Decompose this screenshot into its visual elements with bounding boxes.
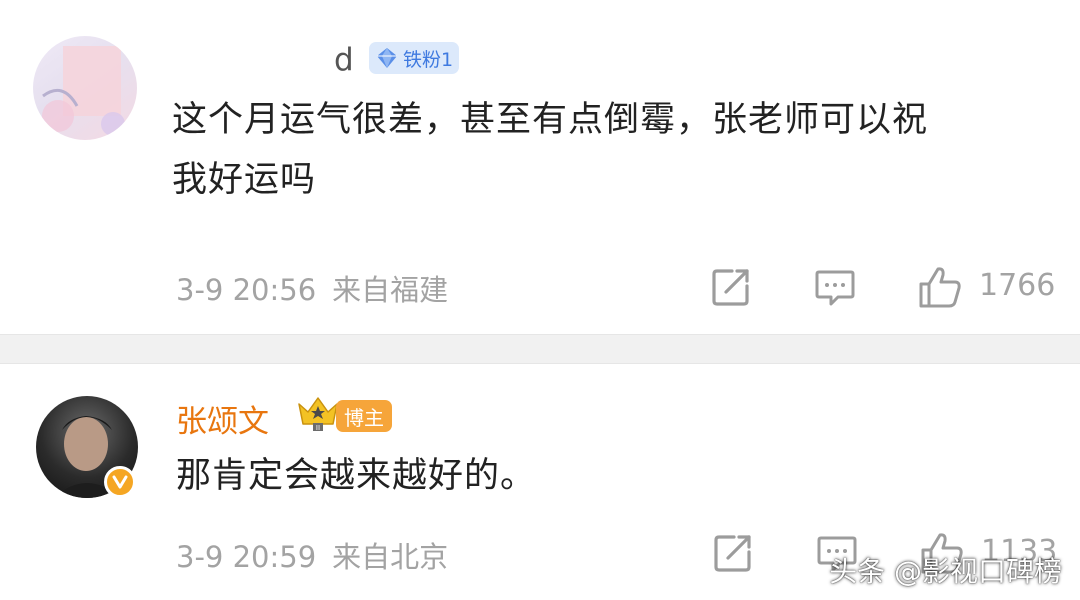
comment-meta: 3-9 20:56 来自福建: [176, 267, 448, 309]
comment-text: 这个月运气很差，甚至有点倒霉，张老师可以祝 我好运吗: [172, 90, 928, 210]
location: 来自福建: [332, 273, 449, 307]
location: 来自北京: [332, 540, 449, 574]
like-button[interactable]: [917, 264, 963, 310]
comment-text-line: 我好运吗: [172, 160, 317, 200]
comment-divider: [0, 334, 1080, 364]
fan-badge[interactable]: 铁粉1: [369, 42, 459, 74]
avatar-image: [42, 46, 125, 136]
comment-text-line: 这个月运气很差，甚至有点倒霉，张老师可以祝: [172, 100, 929, 140]
comment-text-line: 那肯定会越来越好的。: [176, 456, 537, 496]
comment-meta: 3-9 20:59 来自北京: [176, 534, 448, 576]
verified-icon: [104, 466, 136, 498]
comment-icon: [815, 270, 855, 306]
timestamp: 3-9 20:59: [176, 540, 317, 574]
svg-text:II: II: [316, 424, 320, 432]
username[interactable]: d: [334, 42, 354, 78]
watermark-text: 头条 @影视口碑榜: [829, 555, 1062, 588]
share-icon: [714, 535, 751, 572]
diamond-icon: [377, 48, 397, 68]
like-icon: [919, 267, 961, 308]
avatar[interactable]: [33, 36, 137, 140]
share-button[interactable]: [712, 532, 754, 574]
comment-item: d 铁粉1 这个月运气很差，甚至有点倒霉，张老师可以祝 我好运吗 3-9 20:…: [0, 0, 1080, 334]
badge-label: 博主: [344, 405, 384, 430]
crown-icon: II: [295, 394, 341, 432]
share-button[interactable]: [710, 266, 752, 308]
badge-label: 铁粉1: [403, 48, 454, 71]
host-badge[interactable]: 博主: [336, 400, 392, 432]
comment-text: 那肯定会越来越好的。: [176, 446, 536, 506]
comment-button[interactable]: [814, 266, 856, 308]
username[interactable]: 张颂文: [176, 396, 269, 441]
share-icon: [712, 269, 749, 306]
like-count: 1766: [979, 268, 1056, 303]
timestamp: 3-9 20:56: [176, 273, 317, 307]
